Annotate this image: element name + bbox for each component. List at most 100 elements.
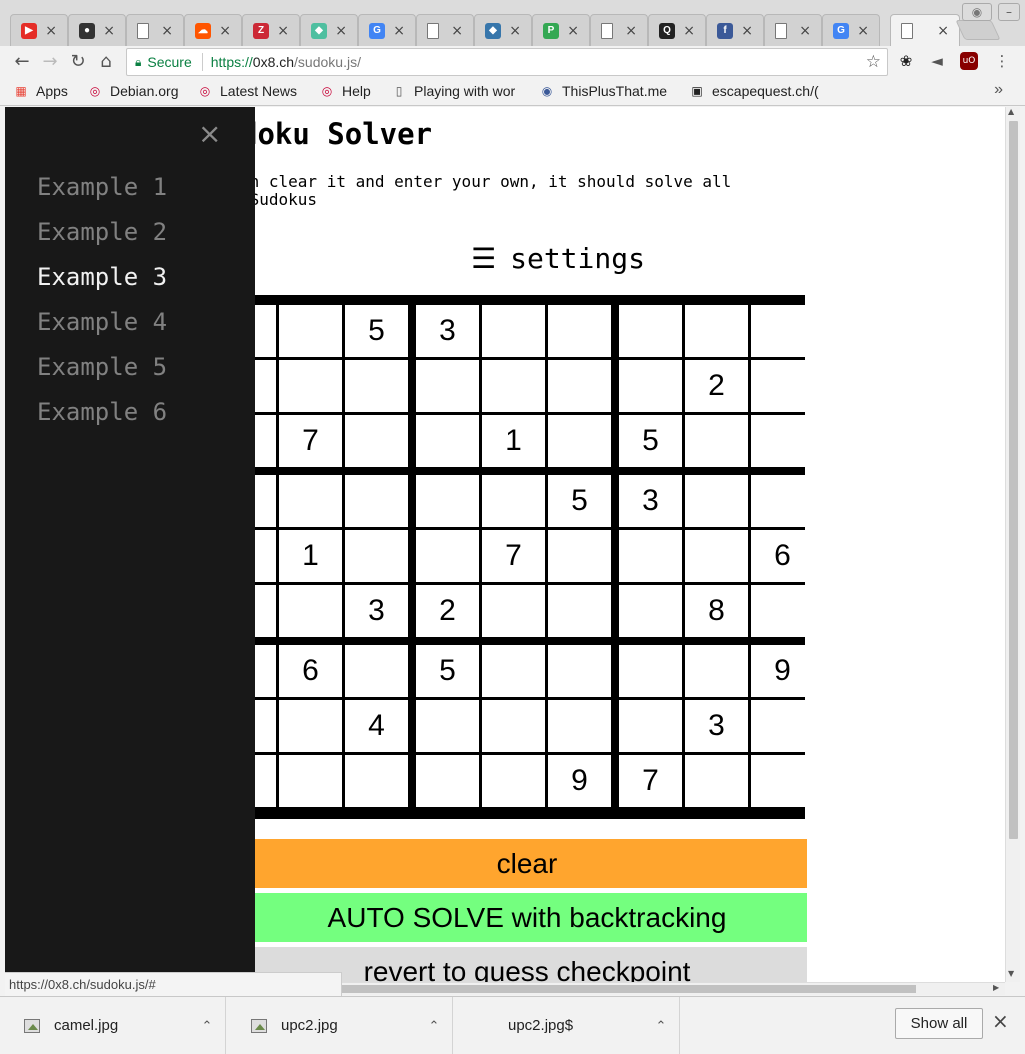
sudoku-cell[interactable]: [345, 360, 408, 412]
sudoku-cell[interactable]: [751, 700, 814, 752]
sudoku-cell[interactable]: [482, 360, 545, 412]
bookmark-item[interactable]: ◎ Latest News: [198, 83, 297, 99]
sudoku-cell[interactable]: 5: [345, 305, 408, 357]
sudoku-cell[interactable]: 4: [345, 700, 408, 752]
megaphone-extension-icon[interactable]: ◄: [928, 52, 946, 70]
sudoku-cell[interactable]: 2: [416, 585, 479, 637]
bookmark-item[interactable]: ▯ Playing with wor: [392, 83, 515, 99]
chevron-up-icon[interactable]: ⌃: [189, 1018, 225, 1034]
browser-tab[interactable]: f ×: [706, 14, 764, 46]
sudoku-cell[interactable]: [548, 645, 611, 697]
browser-tab[interactable]: ● ×: [68, 14, 126, 46]
sudoku-cell[interactable]: 7: [619, 755, 682, 807]
sudoku-cell[interactable]: 2: [685, 360, 748, 412]
sudoku-cell[interactable]: [685, 755, 748, 807]
sudoku-cell[interactable]: [416, 755, 479, 807]
download-item[interactable]: upc2.jpg ⌃: [227, 997, 453, 1054]
sudoku-cell[interactable]: [751, 415, 814, 467]
vertical-scrollbar[interactable]: ▲ ▼: [1005, 107, 1020, 982]
sudoku-cell[interactable]: [619, 645, 682, 697]
bookmark-item[interactable]: ◎ Help: [320, 83, 371, 99]
sudoku-cell[interactable]: [279, 755, 342, 807]
sudoku-cell[interactable]: [619, 530, 682, 582]
tab-close-icon[interactable]: ×: [393, 23, 405, 39]
sudoku-cell[interactable]: [482, 645, 545, 697]
browser-tab[interactable]: Q ×: [648, 14, 706, 46]
menu-kebab-icon[interactable]: ⋮: [993, 52, 1011, 70]
sudoku-cell[interactable]: [279, 305, 342, 357]
browser-tab[interactable]: ▶ ×: [10, 14, 68, 46]
sudoku-cell[interactable]: [548, 700, 611, 752]
sudoku-cell[interactable]: [619, 305, 682, 357]
sudoku-cell[interactable]: [482, 305, 545, 357]
sudoku-cell[interactable]: [345, 645, 408, 697]
bookmark-item[interactable]: ▦ Apps: [14, 83, 68, 99]
forward-icon[interactable]: →: [38, 50, 62, 74]
browser-tab[interactable]: Z ×: [242, 14, 300, 46]
sudoku-cell[interactable]: [345, 415, 408, 467]
browser-tab[interactable]: ×: [416, 14, 474, 46]
sidebar-item-example-1[interactable]: Example 1: [37, 173, 167, 201]
sudoku-cell[interactable]: [548, 360, 611, 412]
tab-close-icon[interactable]: ×: [451, 23, 463, 39]
tab-close-icon[interactable]: ×: [857, 23, 869, 39]
sudoku-cell[interactable]: [482, 585, 545, 637]
sudoku-cell[interactable]: [751, 305, 814, 357]
auto-solve-button[interactable]: AUTO SOLVE with backtracking: [247, 893, 807, 942]
window-minimize-icon[interactable]: –: [998, 3, 1020, 21]
tab-close-icon[interactable]: ×: [219, 23, 231, 39]
tab-close-icon[interactable]: ×: [277, 23, 289, 39]
download-item[interactable]: camel.jpg ⌃: [0, 997, 226, 1054]
tab-close-icon[interactable]: ×: [741, 23, 753, 39]
sudoku-cell[interactable]: 7: [279, 415, 342, 467]
sudoku-cell[interactable]: [279, 700, 342, 752]
chevron-up-icon[interactable]: ⌃: [643, 1018, 679, 1034]
sudoku-cell[interactable]: 3: [685, 700, 748, 752]
tab-close-icon[interactable]: ×: [45, 23, 57, 39]
sudoku-cell[interactable]: 5: [416, 645, 479, 697]
scroll-up-icon[interactable]: ▲: [1008, 107, 1014, 116]
tab-close-icon[interactable]: ×: [335, 23, 347, 39]
tab-close-icon[interactable]: ×: [683, 23, 695, 39]
browser-tab[interactable]: ×: [764, 14, 822, 46]
sudoku-cell[interactable]: [548, 305, 611, 357]
sudoku-cell[interactable]: [751, 755, 814, 807]
sidebar-item-example-6[interactable]: Example 6: [37, 398, 167, 426]
sudoku-cell[interactable]: [416, 360, 479, 412]
sudoku-cell[interactable]: [345, 530, 408, 582]
browser-tab[interactable]: ×: [590, 14, 648, 46]
chevron-up-icon[interactable]: ⌃: [416, 1018, 452, 1034]
scroll-right-icon[interactable]: ▶: [993, 983, 999, 992]
sudoku-cell[interactable]: [416, 475, 479, 527]
tab-close-icon[interactable]: ×: [161, 23, 173, 39]
sudoku-cell[interactable]: [482, 700, 545, 752]
sudoku-cell[interactable]: 3: [345, 585, 408, 637]
sudoku-cell[interactable]: 6: [279, 645, 342, 697]
sudoku-cell[interactable]: [482, 475, 545, 527]
browser-tab[interactable]: ◆ ×: [300, 14, 358, 46]
sudoku-cell[interactable]: [345, 475, 408, 527]
sudoku-cell[interactable]: [751, 585, 814, 637]
browser-tab[interactable]: G ×: [822, 14, 880, 46]
bookmark-item[interactable]: ◎ Debian.org: [88, 83, 179, 99]
sudoku-cell[interactable]: 3: [416, 305, 479, 357]
settings-button[interactable]: ☰ settings: [471, 242, 645, 275]
sidebar-item-example-4[interactable]: Example 4: [37, 308, 167, 336]
sudoku-cell[interactable]: 5: [619, 415, 682, 467]
clear-button[interactable]: clear: [247, 839, 807, 888]
sudoku-cell[interactable]: [279, 475, 342, 527]
sudoku-cell[interactable]: [751, 475, 814, 527]
browser-tab[interactable]: ☁ ×: [184, 14, 242, 46]
ublock-icon[interactable]: uO: [960, 52, 978, 70]
download-item[interactable]: upc2.jpg$ ⌃: [454, 997, 680, 1054]
sudoku-cell[interactable]: [279, 360, 342, 412]
sudoku-cell[interactable]: [548, 585, 611, 637]
sudoku-cell[interactable]: 1: [279, 530, 342, 582]
bookmarks-overflow-button[interactable]: »: [994, 81, 1003, 99]
sudoku-cell[interactable]: [416, 530, 479, 582]
show-all-downloads-button[interactable]: Show all: [895, 1008, 983, 1039]
sudoku-cell[interactable]: [416, 415, 479, 467]
browser-tab[interactable]: ×: [890, 14, 960, 47]
scroll-down-icon[interactable]: ▼: [1008, 969, 1014, 978]
sudoku-cell[interactable]: [685, 530, 748, 582]
